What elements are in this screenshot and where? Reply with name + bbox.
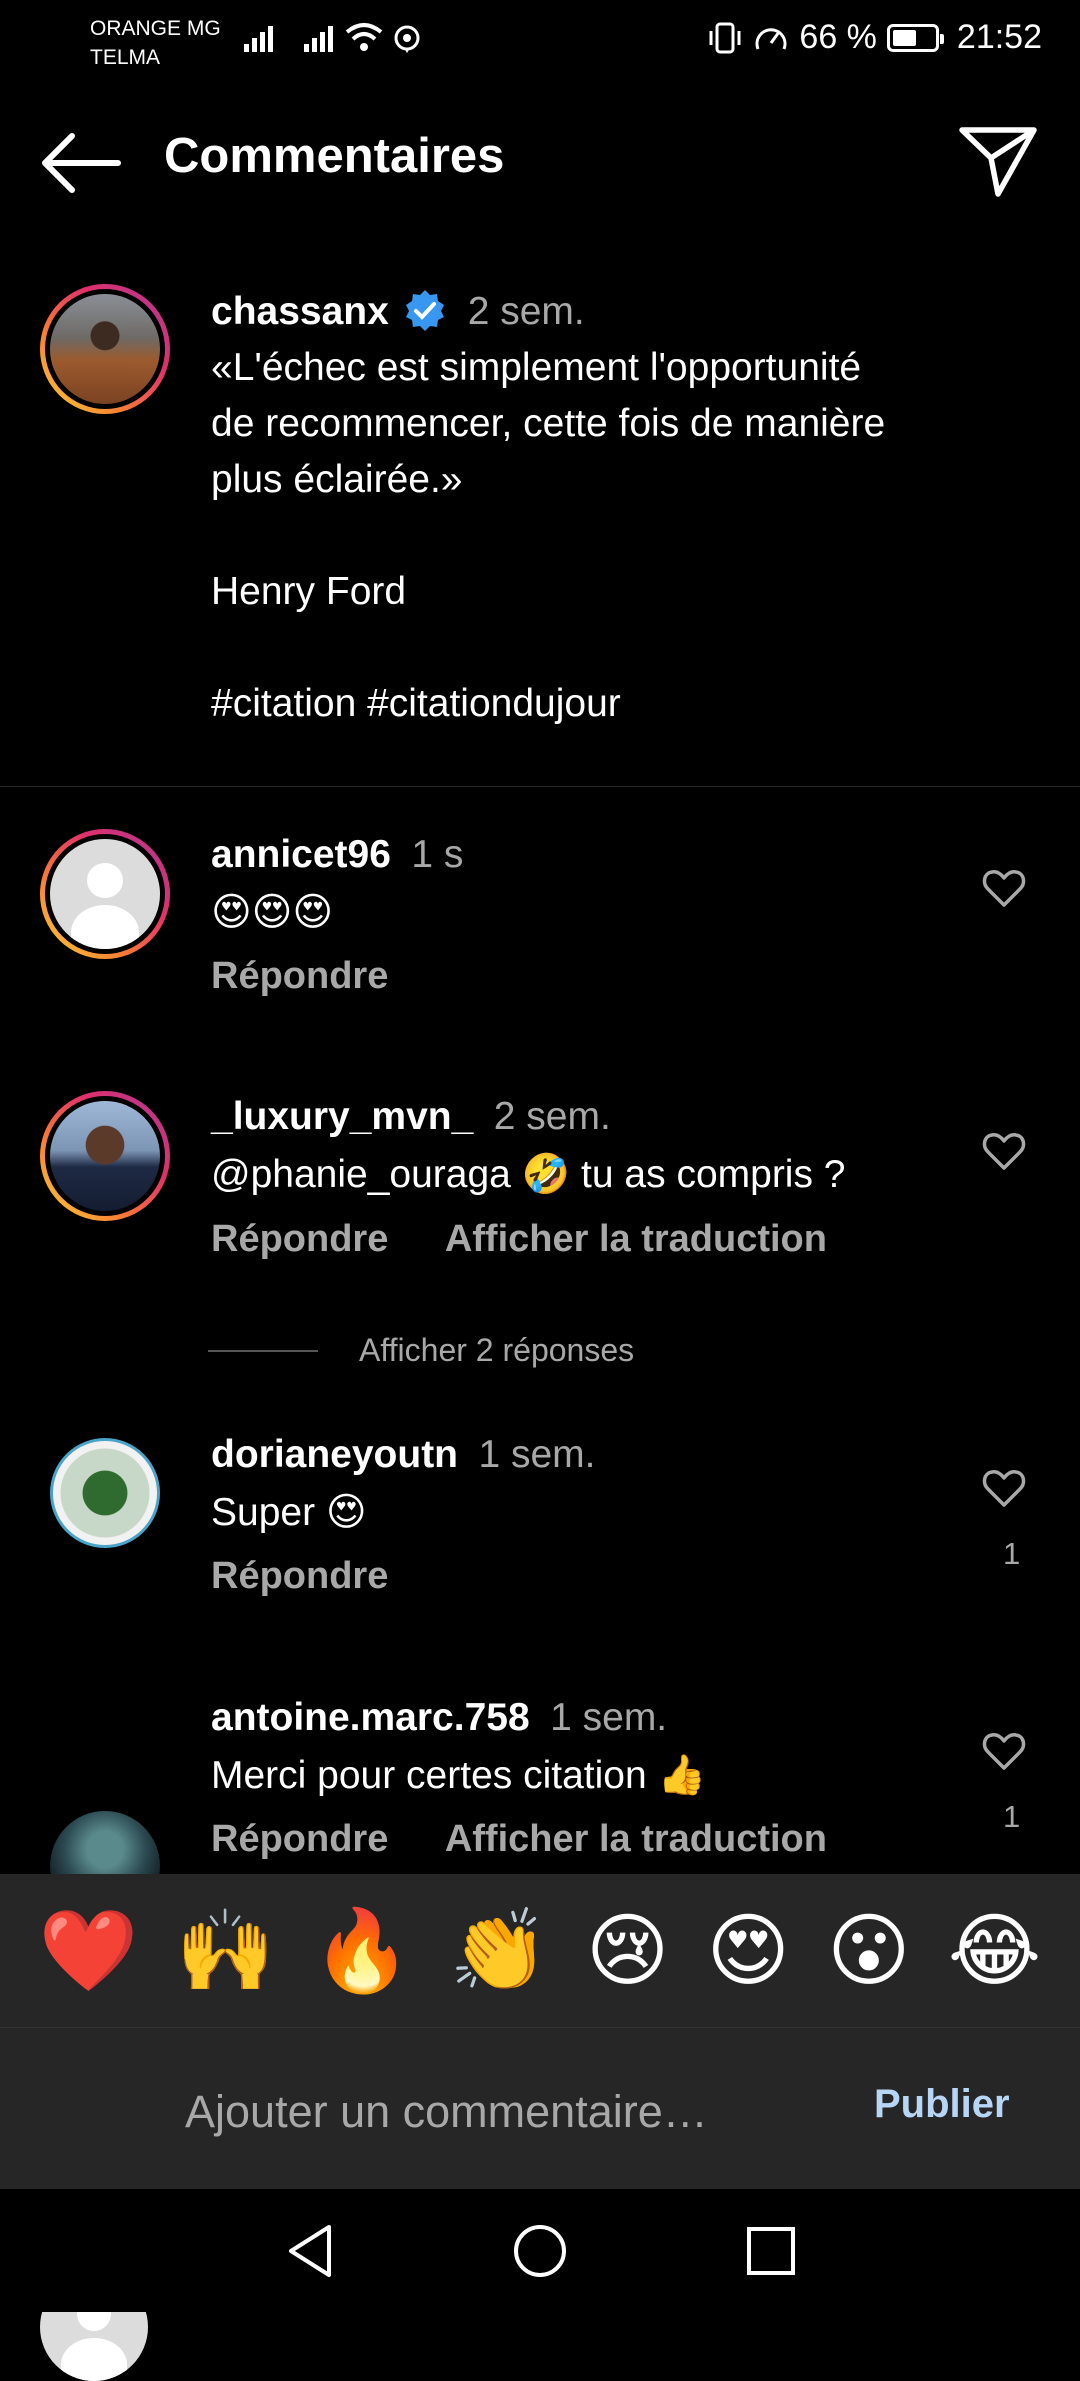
nav-recents-icon[interactable]: [745, 2225, 797, 2277]
reaction-surprised[interactable]: 😮: [827, 1910, 910, 1991]
username[interactable]: antoine.marc.758: [211, 1696, 530, 1739]
timestamp: 1 sem.: [550, 1696, 668, 1739]
default-avatar-icon: [50, 839, 160, 949]
comment-text: 😍😍😍: [211, 891, 333, 934]
verified-badge-icon: [406, 290, 445, 331]
vibrate-icon: [709, 22, 741, 53]
translate-button[interactable]: Afficher la traduction: [445, 1218, 827, 1260]
paper-plane-icon[interactable]: [958, 124, 1038, 200]
avatar[interactable]: [50, 1438, 160, 1548]
heart-icon[interactable]: [982, 1731, 1026, 1771]
reaction-fire[interactable]: 🔥: [312, 1910, 412, 1991]
username[interactable]: chassanx: [211, 290, 389, 333]
comment-header: dorianeyoutn 1 sem.: [211, 1433, 596, 1477]
avatar[interactable]: [40, 284, 170, 414]
translate-button[interactable]: Afficher la traduction: [445, 1818, 827, 1860]
battery-fill: [892, 29, 916, 46]
view-replies-button[interactable]: Afficher 2 réponses: [359, 1332, 634, 1369]
timestamp: 2 sem.: [467, 290, 585, 333]
nav-home-icon[interactable]: [512, 2223, 568, 2279]
reply-button[interactable]: Répondre: [211, 955, 388, 998]
battery-icon: [886, 23, 944, 52]
reply-button[interactable]: Répondre: [211, 1555, 388, 1598]
wifi-icon: [345, 23, 383, 51]
comment-header: annicet96 1 s: [211, 833, 463, 877]
reaction-heart[interactable]: ❤️: [39, 1910, 139, 1991]
heart-icon[interactable]: [982, 868, 1026, 908]
comment-header: _luxury_mvn_ 2 sem.: [211, 1095, 611, 1139]
signal-icon: [244, 26, 273, 52]
like-count: 1: [1003, 1536, 1021, 1571]
page-title: Commentaires: [164, 129, 505, 183]
quick-reactions: ❤️ 🙌 🔥 👏 😢 😍 😮 😂: [0, 1874, 1080, 2027]
username[interactable]: annicet96: [211, 833, 391, 876]
avatar[interactable]: [40, 1091, 170, 1221]
comment-text: Merci pour certes citation 👍: [211, 1754, 707, 1797]
comment-input[interactable]: Ajouter un commentaire…: [185, 2086, 708, 2138]
comment-text: Super 😍: [211, 1491, 367, 1534]
clock: 21:52: [956, 18, 1042, 56]
comment-text: @phanie_ouraga 🤣 tu as compris ?: [211, 1153, 846, 1196]
like-count: 1: [1003, 1799, 1021, 1834]
avatar-photo: [50, 294, 160, 404]
reaction-crying[interactable]: 😢: [586, 1910, 669, 1991]
timestamp: 2 sem.: [493, 1095, 611, 1138]
username[interactable]: dorianeyoutn: [211, 1433, 458, 1476]
hotspot-icon: [394, 25, 420, 53]
view-replies-line: [208, 1350, 318, 1352]
arrow-left-icon[interactable]: [40, 130, 122, 196]
comment-header: antoine.marc.758 1 sem.: [211, 1696, 667, 1740]
timestamp: 1 sem.: [478, 1433, 596, 1476]
battery-percent: 66 %: [799, 18, 877, 56]
timestamp: 1 s: [411, 833, 464, 876]
nav-back-icon[interactable]: [285, 2223, 335, 2279]
caption-header: chassanx 2 sem.: [211, 288, 585, 334]
divider: [0, 786, 1080, 787]
comment-actions: Répondre Afficher la traduction: [211, 1218, 827, 1261]
heart-icon[interactable]: [982, 1468, 1026, 1508]
reaction-raised-hands[interactable]: 🙌: [175, 1910, 275, 1991]
caption-text: «L'échec est simplement l'opportunité de…: [211, 346, 886, 725]
username[interactable]: _luxury_mvn_: [211, 1095, 473, 1138]
reaction-heart-eyes[interactable]: 😍: [707, 1910, 790, 1991]
data-speed-icon: [755, 27, 787, 50]
comment-actions: Répondre Afficher la traduction: [211, 1818, 827, 1861]
signal-icon-2: [304, 26, 333, 52]
reaction-clap[interactable]: 👏: [449, 1910, 549, 1991]
reply-button[interactable]: Répondre: [211, 1818, 388, 1860]
avatar-photo: [50, 1101, 160, 1211]
status-right: 66 % 21:52: [707, 18, 1042, 57]
carrier-label: ORANGE MG TELMA: [90, 17, 221, 69]
reaction-laughing[interactable]: 😂: [948, 1910, 1041, 1991]
publish-button[interactable]: Publier: [874, 2082, 1010, 2127]
heart-icon[interactable]: [982, 1131, 1026, 1171]
reply-button[interactable]: Répondre: [211, 1218, 388, 1260]
avatar[interactable]: [40, 829, 170, 959]
